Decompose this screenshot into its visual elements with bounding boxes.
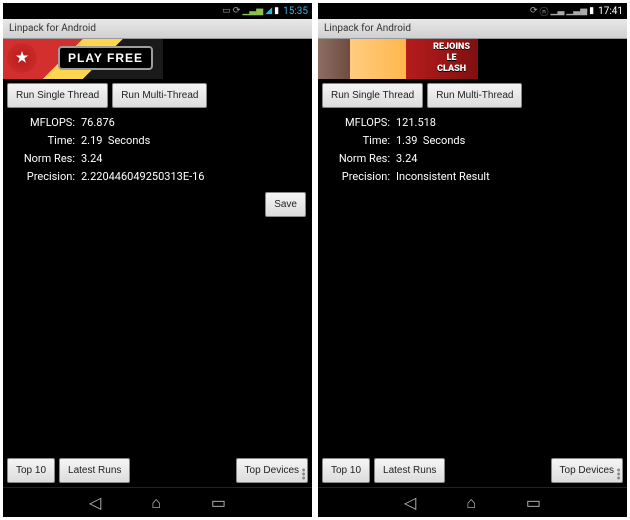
app-title: Linpack for Android [324, 23, 411, 34]
time-value: 2.19 [81, 132, 102, 150]
recents-icon[interactable]: ▭ [211, 493, 226, 512]
norm-value: 3.24 [81, 150, 102, 168]
top10-button[interactable]: Top 10 [322, 458, 370, 483]
nfc-icon: ⓝ [540, 5, 549, 18]
time-label: Time: [13, 132, 75, 150]
ad-cta[interactable]: PLAY FREE [58, 46, 153, 70]
sync-icon: ⟳ [530, 6, 538, 16]
ad-banner[interactable]: REJOINS LE CLASH [318, 39, 478, 79]
notif-icon: ▭ [222, 6, 231, 16]
mflops-value: 76.876 [81, 114, 115, 132]
top-devices-button[interactable]: Top Devices [236, 458, 308, 483]
run-buttons-row: Run Single Thread Run Multi-Thread [318, 79, 627, 112]
precision-value: 2.220446049250313E-16 [81, 168, 204, 186]
home-icon[interactable]: ⌂ [466, 493, 476, 513]
results-panel: MFLOPS: 76.876 Time: 2.19 Seconds Norm Res… [3, 112, 312, 188]
latest-runs-button[interactable]: Latest Runs [374, 458, 445, 483]
signal-icon: ▁▃ [551, 6, 565, 16]
precision-value: Inconsistent Result [396, 168, 490, 186]
run-multi-thread-button[interactable]: Run Multi-Thread [427, 83, 522, 108]
bottom-bar: Top 10 Latest Runs Top Devices [318, 454, 627, 487]
ad-icon: ★ [7, 43, 37, 73]
ad-banner[interactable]: ★ PLAY FREE [3, 39, 163, 79]
norm-value: 3.24 [396, 150, 417, 168]
system-nav-bar: ◁ ⌂ ▭ [318, 487, 627, 517]
signal-icon: ▁▃▅ [242, 6, 263, 16]
results-panel: MFLOPS: 121.518 Time: 1.39 Seconds Norm Re… [318, 112, 627, 188]
precision-label: Precision: [328, 168, 390, 186]
time-unit: Seconds [423, 132, 465, 150]
back-icon[interactable]: ◁ [89, 493, 101, 512]
overflow-menu-icon[interactable]: ••• [301, 469, 306, 481]
top10-button[interactable]: Top 10 [7, 458, 55, 483]
clock: 17:41 [598, 6, 623, 17]
mflops-value: 121.518 [396, 114, 436, 132]
battery-icon: ▮ [589, 6, 594, 16]
bottom-bar: Top 10 Latest Runs Top Devices [3, 454, 312, 487]
sync-icon: ⟳ [233, 6, 241, 16]
top-devices-button[interactable]: Top Devices [551, 458, 623, 483]
norm-label: Norm Res: [13, 150, 75, 168]
time-label: Time: [328, 132, 390, 150]
recents-icon[interactable]: ▭ [526, 493, 541, 512]
app-title: Linpack for Android [9, 23, 96, 34]
wifi-icon: ◢ [265, 6, 272, 16]
status-bar: ▭ ⟳ ▁▃▅ ◢ ▮ 15:35 [3, 3, 312, 19]
system-nav-bar: ◁ ⌂ ▭ [3, 487, 312, 517]
run-multi-thread-button[interactable]: Run Multi-Thread [112, 83, 207, 108]
app-title-bar: Linpack for Android [3, 19, 312, 39]
run-single-thread-button[interactable]: Run Single Thread [7, 83, 108, 108]
overflow-menu-icon[interactable]: ••• [616, 469, 621, 481]
phone-right: ⟳ ⓝ ▁▃ ▁▃▅ ▮ 17:41 Linpack for Android R… [318, 3, 627, 517]
empty-content [3, 217, 312, 454]
app-title-bar: Linpack for Android [318, 19, 627, 39]
run-buttons-row: Run Single Thread Run Multi-Thread [3, 79, 312, 112]
signal2-icon: ▁▃▅ [566, 6, 587, 16]
home-icon[interactable]: ⌂ [151, 493, 161, 513]
battery-icon: ▮ [274, 6, 279, 16]
clock: 15:35 [283, 6, 308, 17]
time-value: 1.39 [396, 132, 417, 150]
save-button[interactable]: Save [265, 192, 306, 217]
mflops-label: MFLOPS: [328, 114, 390, 132]
time-unit: Seconds [108, 132, 150, 150]
back-icon[interactable]: ◁ [404, 493, 416, 512]
precision-label: Precision: [13, 168, 75, 186]
norm-label: Norm Res: [328, 150, 390, 168]
phone-left: ▭ ⟳ ▁▃▅ ◢ ▮ 15:35 Linpack for Android ★ … [3, 3, 312, 517]
latest-runs-button[interactable]: Latest Runs [59, 458, 130, 483]
status-bar: ⟳ ⓝ ▁▃ ▁▃▅ ▮ 17:41 [318, 3, 627, 19]
run-single-thread-button[interactable]: Run Single Thread [322, 83, 423, 108]
empty-content [318, 188, 627, 454]
mflops-label: MFLOPS: [13, 114, 75, 132]
ad-text: REJOINS LE CLASH [433, 42, 470, 75]
